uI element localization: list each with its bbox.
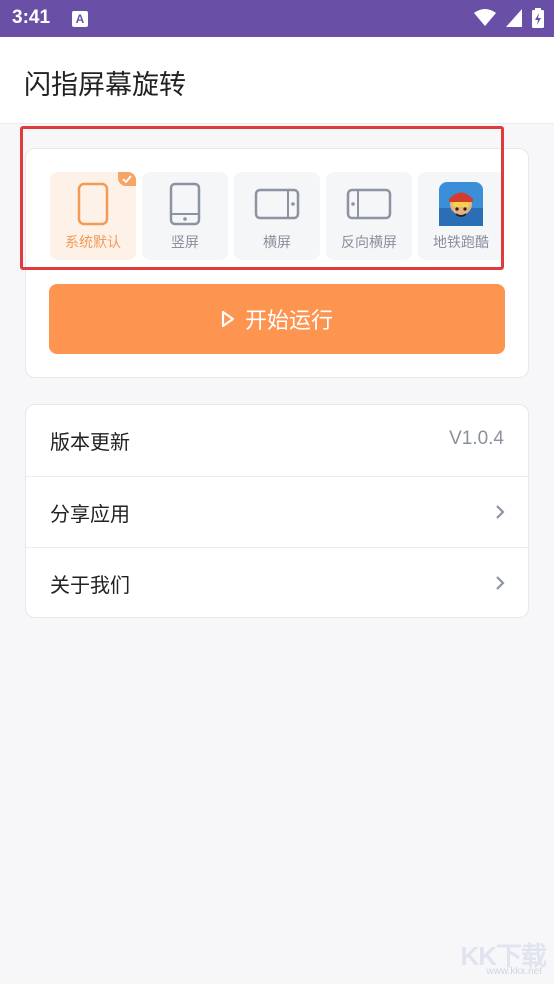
landscape-phone-icon: [253, 180, 301, 228]
menu-item-about[interactable]: 关于我们: [26, 547, 528, 617]
signal-icon: [506, 9, 522, 27]
play-icon: [221, 310, 235, 328]
watermark: KK下载 www.kkx.net: [436, 936, 547, 977]
mode-subway-surfers[interactable]: 地铁跑酷: [418, 172, 504, 260]
status-bar: 3:41 A: [0, 0, 554, 37]
wifi-icon: [474, 9, 496, 26]
mode-landscape[interactable]: 横屏: [234, 172, 320, 260]
mode-label: 系统默认: [65, 235, 121, 251]
mode-list[interactable]: 系统默认 竖屏 横屏 反向横屏 地铁跑酷: [50, 172, 518, 260]
status-time: 3:41: [12, 7, 51, 28]
status-icons: [474, 8, 544, 28]
menu-item-version[interactable]: 版本更新 V1.0.4: [26, 405, 528, 476]
chevron-right-icon: [496, 576, 505, 590]
menu-item-share[interactable]: 分享应用: [26, 476, 528, 547]
mode-label: 反向横屏: [341, 235, 397, 251]
watermark-url: www.kkx.net: [486, 966, 542, 977]
mode-label: 横屏: [263, 235, 291, 251]
start-button[interactable]: 开始运行: [49, 284, 505, 354]
mode-system-default[interactable]: 系统默认: [50, 172, 136, 260]
start-button-label: 开始运行: [244, 309, 333, 334]
chevron-right-icon: [496, 505, 505, 519]
mode-card: 系统默认 竖屏 横屏 反向横屏 地铁跑酷 开始运行: [25, 148, 529, 378]
mode-label: 竖屏: [171, 235, 199, 251]
mode-label: 地铁跑酷: [433, 235, 489, 251]
battery-icon: [532, 8, 544, 28]
notification-a-icon: A: [72, 11, 88, 27]
portrait-phone-icon: [161, 180, 209, 228]
menu-item-label: 版本更新: [50, 430, 130, 454]
check-icon: [118, 172, 136, 186]
subway-surfers-app-icon: [437, 180, 485, 228]
menu-item-label: 关于我们: [50, 573, 130, 597]
reverse-landscape-phone-icon: [345, 180, 393, 228]
menu-card: 版本更新 V1.0.4 分享应用 关于我们: [25, 404, 529, 618]
menu-item-label: 分享应用: [50, 502, 130, 526]
app-bar: 闪指屏幕旋转: [0, 37, 554, 124]
phone-outline-icon: [69, 180, 117, 228]
mode-reverse-landscape[interactable]: 反向横屏: [326, 172, 412, 260]
version-value: V1.0.4: [449, 428, 504, 449]
page-title: 闪指屏幕旋转: [24, 70, 186, 101]
mode-portrait[interactable]: 竖屏: [142, 172, 228, 260]
